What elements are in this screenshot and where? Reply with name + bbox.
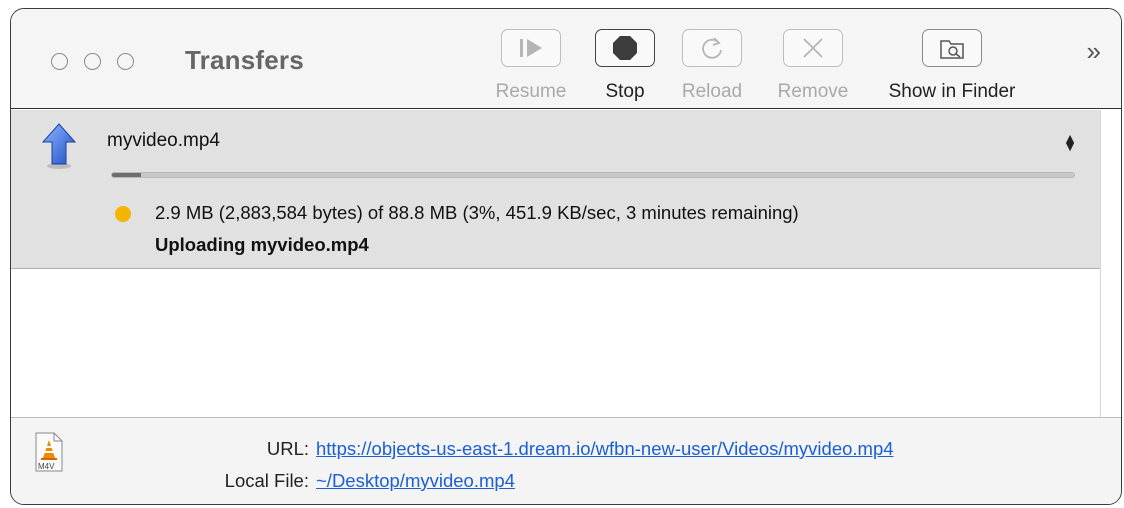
transfer-progress-bar — [111, 172, 1075, 178]
toolbar-overflow-button[interactable]: » — [1087, 36, 1101, 67]
file-icon-badge: M4V — [38, 462, 55, 471]
remove-button[interactable] — [783, 29, 843, 67]
stop-button[interactable] — [595, 29, 655, 67]
transfer-row[interactable]: myvideo.mp4 ▲ ▼ 2.9 MB (2,883,584 bytes) … — [11, 110, 1103, 269]
resume-button[interactable] — [501, 29, 561, 67]
transfer-status-text: 2.9 MB (2,883,584 bytes) of 88.8 MB (3%,… — [155, 202, 799, 223]
close-window-button[interactable] — [51, 53, 68, 70]
resume-icon — [520, 39, 542, 57]
show-in-finder-button[interactable] — [922, 29, 982, 67]
remove-icon — [803, 38, 823, 58]
list-scrollbar[interactable] — [1100, 110, 1121, 418]
reload-label: Reload — [681, 81, 743, 102]
status-dot-icon — [115, 206, 131, 222]
remove-label: Remove — [777, 81, 849, 102]
upload-arrow-icon — [41, 122, 77, 175]
reload-icon — [702, 37, 722, 59]
transfer-substatus-text: Uploading myvideo.mp4 — [155, 234, 369, 255]
transfer-progress-fill — [112, 173, 141, 177]
url-label: URL: — [266, 438, 309, 459]
m4v-file-icon: M4V — [35, 432, 63, 477]
local-file-link[interactable]: ~/Desktop/myvideo.mp4 — [316, 470, 515, 492]
transfer-details: M4V URL: https://objects-us-east-1.dream… — [11, 417, 1121, 504]
transfer-menu-stepper-icon[interactable]: ▲ ▼ — [1063, 131, 1077, 153]
url-link[interactable]: https://objects-us-east-1.dream.io/wfbn-… — [316, 438, 894, 460]
transfers-window: Transfers Resume Stop Reload Remove Show… — [10, 8, 1122, 505]
show-in-finder-label: Show in Finder — [888, 81, 1016, 102]
local-file-label: Local File: — [224, 470, 309, 491]
transfer-filename: myvideo.mp4 — [107, 130, 220, 151]
toolbar: Transfers Resume Stop Reload Remove Show… — [11, 9, 1121, 109]
stop-icon — [613, 36, 637, 60]
zoom-window-button[interactable] — [117, 53, 134, 70]
minimize-window-button[interactable] — [84, 53, 101, 70]
folder-search-icon — [940, 40, 964, 59]
reload-button[interactable] — [682, 29, 742, 67]
window-title: Transfers — [185, 45, 304, 75]
